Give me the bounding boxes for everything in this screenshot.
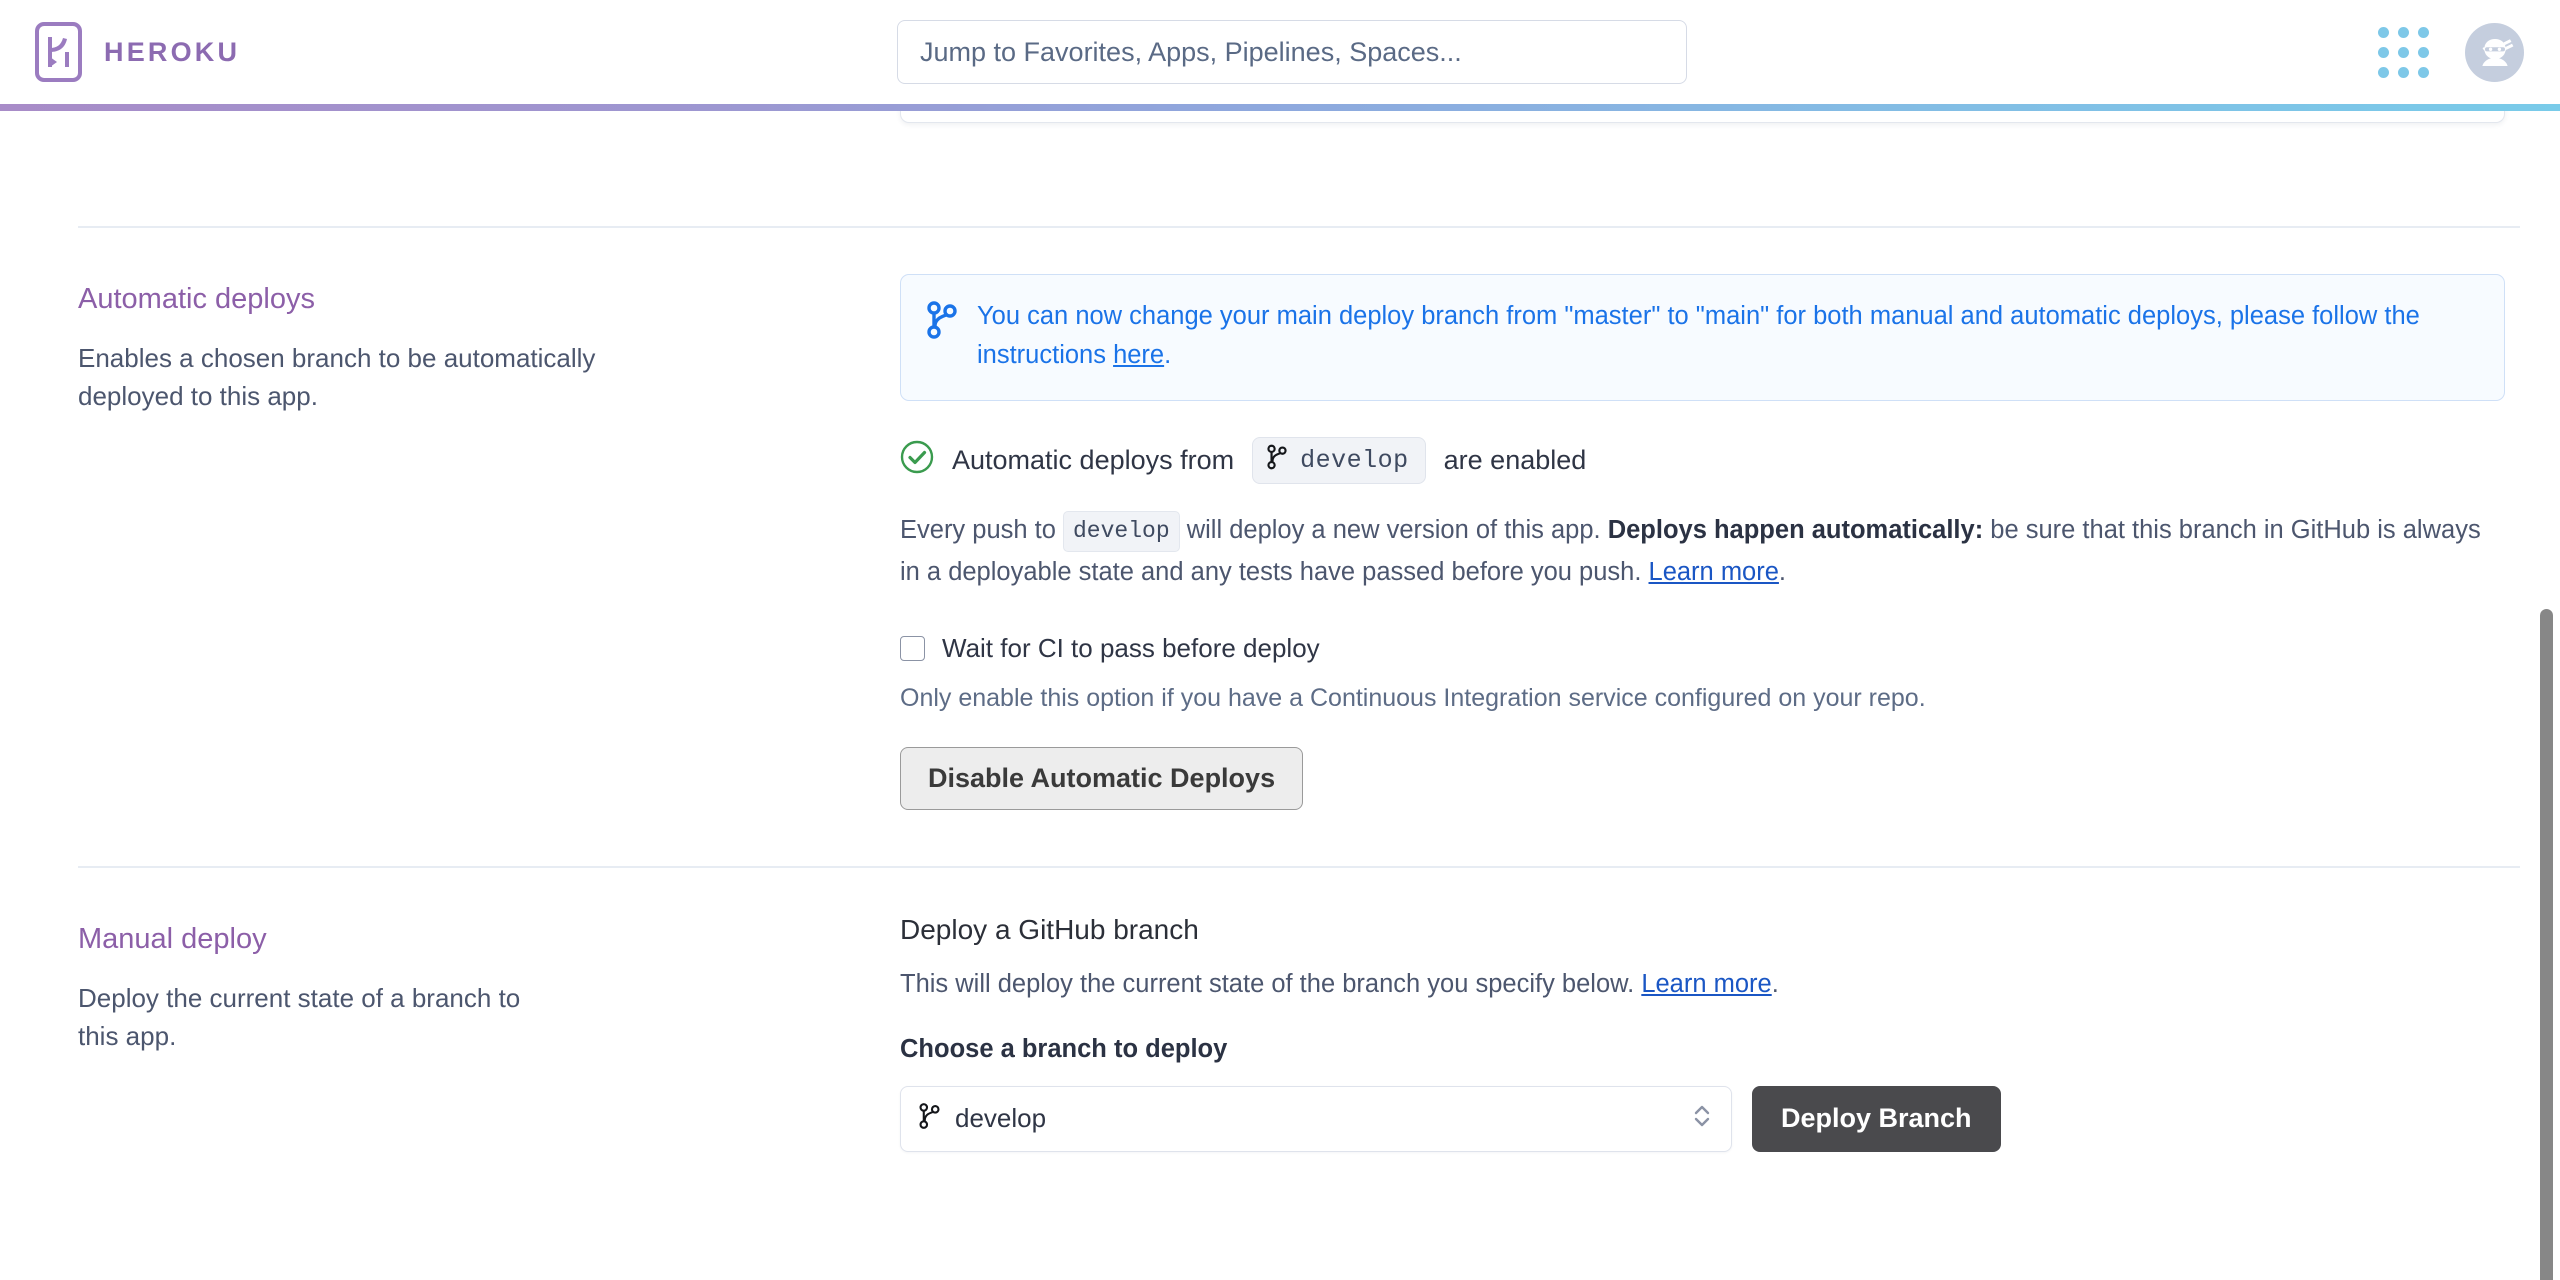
- deploy-branch-button[interactable]: Deploy Branch: [1752, 1085, 2001, 1152]
- page-title-automatic-deploys: Automatic deploys: [78, 282, 315, 315]
- git-branch-icon: [927, 300, 957, 344]
- wait-for-ci-row: Wait for CI to pass before deploy: [900, 633, 2520, 664]
- manual-learn-more-link[interactable]: Learn more: [1641, 970, 1771, 998]
- manual-deploy-controls: Deploy a GitHub branch This will deploy …: [900, 868, 2520, 1152]
- deploy-github-branch-description: This will deploy the current state of th…: [900, 970, 2520, 999]
- auto-deploy-status-row: Automatic deploys from develop are enabl…: [900, 436, 2520, 484]
- app-header: HEROKU: [0, 0, 2560, 104]
- branch-select-value: develop: [955, 1103, 1047, 1134]
- automatic-deploys-description: Enables a chosen branch to be automatica…: [78, 343, 596, 411]
- app-grid-icon[interactable]: [2378, 26, 2429, 78]
- status-branch-pill[interactable]: develop: [1252, 436, 1426, 484]
- detail-p4: .: [1778, 557, 1787, 586]
- manual-deploy-info: Manual deploy Deploy the current state o…: [78, 868, 900, 1152]
- search-input[interactable]: [897, 20, 1687, 84]
- automatic-deploys-section: Automatic deploys Enables a chosen branc…: [0, 228, 2560, 811]
- banner-here-link[interactable]: here: [1113, 341, 1164, 369]
- check-circle-icon: [900, 440, 934, 481]
- deploy-page: Automatic deploys Enables a chosen branc…: [0, 111, 2560, 1280]
- manual-deploy-description: Deploy the current state of a branch to …: [78, 983, 521, 1052]
- ninja-avatar-icon[interactable]: [2465, 22, 2524, 82]
- wait-for-ci-hint: Only enable this option if you have a Co…: [900, 684, 1926, 713]
- git-branch-icon: [1267, 444, 1287, 477]
- manual-desc-after: .: [1771, 969, 1779, 998]
- detail-p1: Every push to: [900, 515, 1063, 544]
- previous-section-card-cutoff: [900, 111, 2505, 123]
- wait-for-ci-checkbox[interactable]: [900, 636, 925, 662]
- branch-select[interactable]: develop: [900, 1085, 1732, 1152]
- detail-learn-more-link[interactable]: Learn more: [1649, 558, 1779, 586]
- disable-automatic-deploys-button[interactable]: Disable Automatic Deploys: [900, 747, 1304, 811]
- deploy-branch-row: develop Deploy Branch: [900, 1085, 2520, 1152]
- main-branch-info-text: You can now change your main deploy bran…: [977, 297, 2478, 376]
- heroku-brand[interactable]: HEROKU: [35, 22, 240, 82]
- detail-branch-chip: develop: [1063, 510, 1180, 552]
- deploy-github-branch-heading: Deploy a GitHub branch: [900, 913, 1199, 945]
- page-scrollbar-thumb[interactable]: [2540, 609, 2553, 1280]
- page-title-manual-deploy: Manual deploy: [78, 922, 267, 955]
- manual-deploy-section: Manual deploy Deploy the current state o…: [0, 868, 2560, 1152]
- automatic-deploys-controls: You can now change your main deploy bran…: [900, 228, 2520, 811]
- choose-branch-label: Choose a branch to deploy: [900, 1034, 1228, 1063]
- banner-text-after: .: [1164, 341, 1172, 370]
- main-branch-info-banner: You can now change your main deploy bran…: [900, 273, 2505, 401]
- wait-for-ci-label[interactable]: Wait for CI to pass before deploy: [942, 633, 1320, 664]
- brand-name: HEROKU: [104, 36, 241, 67]
- status-branch-name: develop: [1300, 445, 1409, 475]
- auto-deploy-status-prefix: Automatic deploys from: [952, 444, 1235, 475]
- auto-deploy-status-suffix: are enabled: [1443, 444, 1587, 475]
- global-search[interactable]: [897, 20, 1687, 84]
- auto-deploy-detail-text: Every push to develop will deploy a new …: [900, 510, 2500, 594]
- gradient-divider: [0, 104, 2560, 111]
- header-actions: [2378, 0, 2524, 104]
- banner-text-before: You can now change your main deploy bran…: [977, 301, 2420, 370]
- chevron-up-down-icon: [1691, 1101, 1713, 1136]
- automatic-deploys-info: Automatic deploys Enables a chosen branc…: [78, 228, 900, 811]
- manual-desc-before: This will deploy the current state of th…: [900, 969, 1642, 998]
- detail-bold: Deploys happen automatically:: [1607, 515, 1984, 544]
- heroku-logo-icon: [35, 22, 82, 82]
- detail-p2: will deploy a new version of this app.: [1179, 515, 1608, 544]
- git-branch-icon: [919, 1102, 940, 1135]
